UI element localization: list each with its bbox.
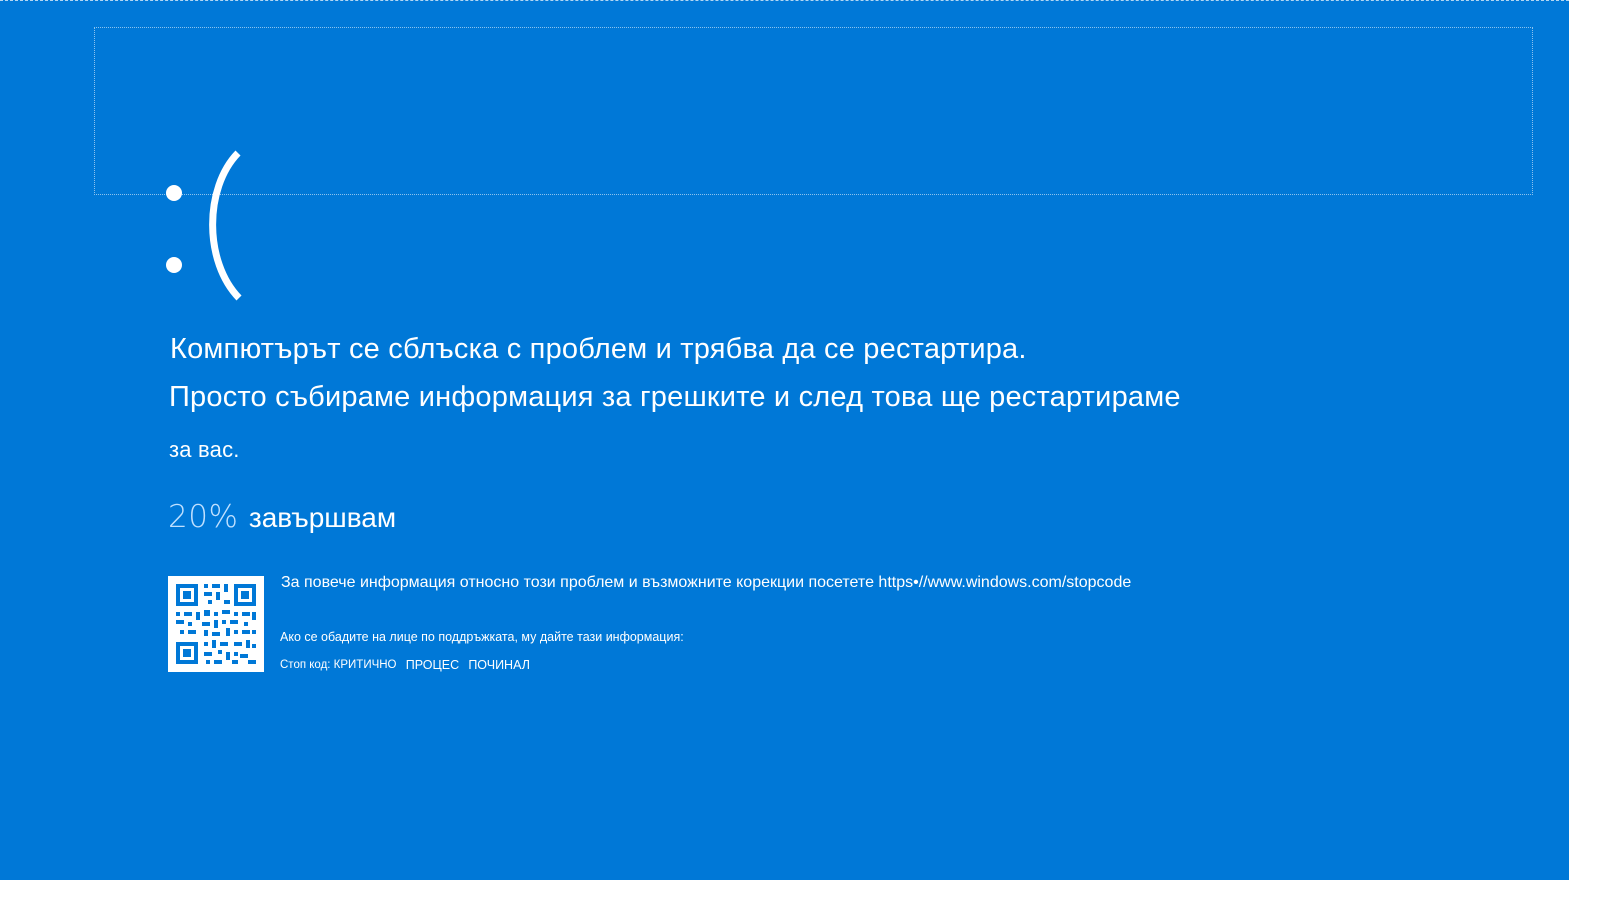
progress-percent: 20% [168, 499, 239, 535]
bottom-margin [0, 880, 1605, 901]
crash-message-line3: за вас. [169, 437, 240, 462]
progress-status: 20% завършвам [168, 499, 396, 535]
face-eye-top [166, 185, 182, 201]
crash-message-line1: Компютърът се сблъска с проблем и трябва… [170, 333, 1027, 365]
right-margin [1569, 0, 1605, 901]
progress-label: завършвам [248, 502, 397, 533]
stop-code-word-process: ПРОЦЕС [405, 658, 460, 672]
stop-code-label: Стоп код: КРИТИЧНО [280, 659, 397, 671]
bsod-screen: Компютърът се сблъска с проблем и трябва… [0, 0, 1605, 901]
qr-code-icon [168, 576, 264, 672]
selection-outline [94, 27, 1533, 195]
top-border [0, 0, 1569, 3]
face-eye-bottom [166, 257, 182, 273]
crash-message-line2: Просто събираме информация за грешките и… [169, 381, 1181, 413]
support-note: Ако се обадите на лице по поддръжката, м… [280, 630, 684, 644]
stop-code-word-died: ПОЧИНАЛ [468, 658, 530, 672]
face-mouth [209, 150, 242, 301]
stop-code: Стоп код: КРИТИЧНО ПРОЦЕС ПОЧИНАЛ [280, 657, 536, 672]
sad-face-icon [166, 150, 242, 301]
more-info-text: За повече информация относно този пробле… [281, 574, 1132, 591]
